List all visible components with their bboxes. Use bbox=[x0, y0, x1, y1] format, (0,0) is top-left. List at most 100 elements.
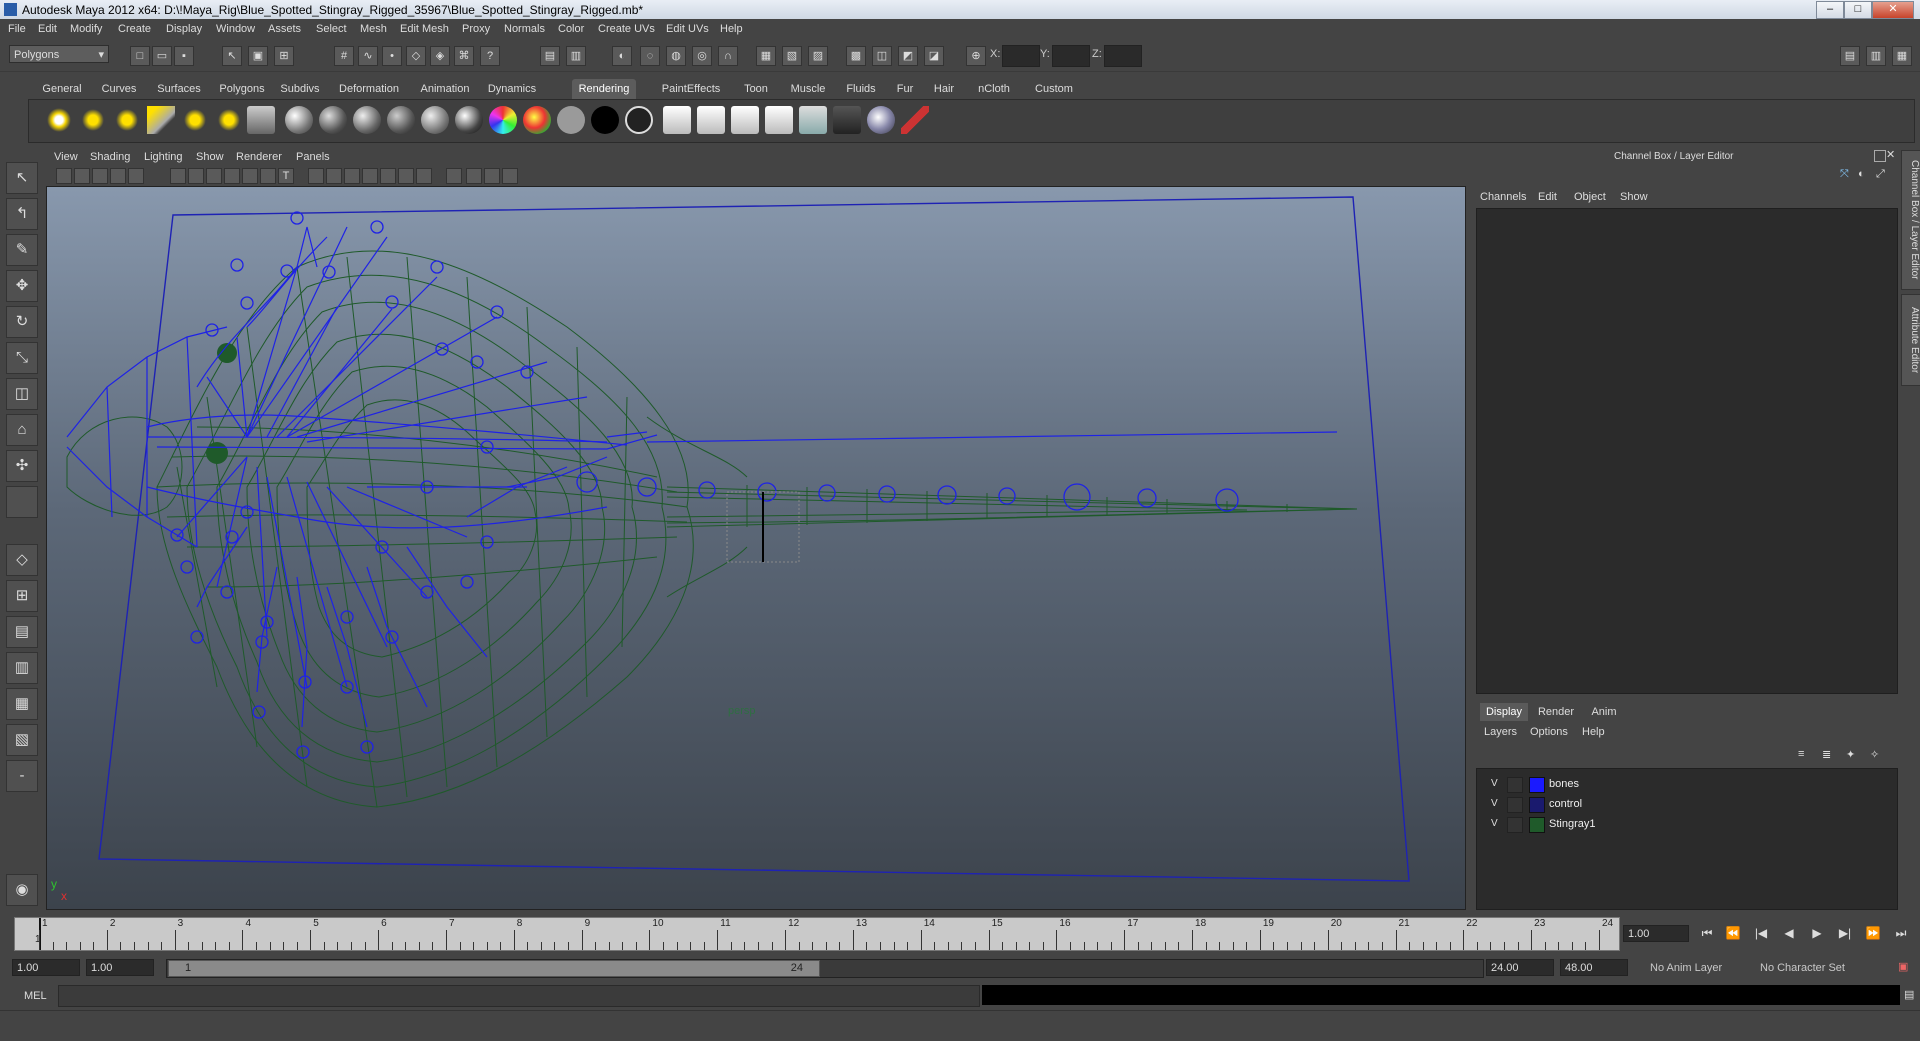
layer-type-toggle[interactable] bbox=[1507, 777, 1523, 793]
menu-color[interactable]: Color bbox=[558, 23, 584, 35]
move-tool-icon[interactable]: ✥ bbox=[6, 270, 38, 302]
uv-editor-icon[interactable] bbox=[765, 106, 793, 134]
menu-edit-uvs[interactable]: Edit UVs bbox=[666, 23, 709, 35]
render-frame-icon[interactable]: ▤ bbox=[540, 46, 560, 66]
side-tab-attribute-editor[interactable]: Attribute Editor bbox=[1901, 294, 1920, 386]
make-live-icon[interactable]: ◈ bbox=[430, 46, 450, 66]
film-gate-icon[interactable] bbox=[188, 168, 204, 184]
shelf-tab-surfaces[interactable]: Surfaces bbox=[150, 79, 208, 99]
menu-mesh[interactable]: Mesh bbox=[360, 23, 387, 35]
layer-type-toggle[interactable] bbox=[1507, 817, 1523, 833]
vp-menu-panels[interactable]: Panels bbox=[296, 151, 330, 163]
snap-curve-icon[interactable]: ∿ bbox=[358, 46, 378, 66]
playback-end-field[interactable]: 24.00 bbox=[1486, 959, 1554, 976]
ipr-icon[interactable] bbox=[833, 106, 861, 134]
area-light-icon[interactable] bbox=[181, 106, 209, 134]
field-chart-icon[interactable] bbox=[242, 168, 258, 184]
channel-speed-icon[interactable]: ◐ bbox=[1858, 168, 1865, 180]
persp-graph-layout-icon[interactable]: ▥ bbox=[6, 652, 38, 684]
step-back-frame-icon[interactable]: ⏪ bbox=[1722, 924, 1744, 942]
shelf-tab-fur[interactable]: Fur bbox=[890, 79, 920, 99]
y-field[interactable] bbox=[1052, 45, 1090, 67]
layout-options-icon[interactable]: - bbox=[6, 760, 38, 792]
shelf-tab-subdivs[interactable]: Subdivs bbox=[276, 79, 324, 99]
end-time-field[interactable]: 48.00 bbox=[1560, 959, 1628, 976]
menu-edit[interactable]: Edit bbox=[38, 23, 57, 35]
image-plane-icon[interactable] bbox=[92, 168, 108, 184]
snap-point-icon[interactable]: • bbox=[382, 46, 402, 66]
new-scene-icon[interactable]: □ bbox=[130, 46, 150, 66]
menu-edit-mesh[interactable]: Edit Mesh bbox=[400, 23, 449, 35]
custom-layout-icon[interactable]: ▧ bbox=[6, 724, 38, 756]
layer-color-swatch[interactable] bbox=[1529, 777, 1545, 793]
panel-layout-icon[interactable]: ▦ bbox=[756, 46, 776, 66]
lasso-icon[interactable]: ◌ bbox=[640, 46, 660, 66]
shelf-tab-toon[interactable]: Toon bbox=[736, 79, 776, 99]
texture-editor-icon[interactable] bbox=[731, 106, 759, 134]
time-slider[interactable]: 1 1 2 3 4 5 6 7 8 9 10 11 12 13 14 15 16 17 18 19 20 21 22 23 2… bbox=[14, 917, 1620, 951]
resolution-gate-icon[interactable] bbox=[206, 168, 222, 184]
directional-light-icon[interactable] bbox=[79, 106, 107, 134]
snap-plane-icon[interactable]: ◇ bbox=[406, 46, 426, 66]
spot-light-icon[interactable] bbox=[147, 106, 175, 134]
go-to-end-icon[interactable]: ⏭ bbox=[1890, 924, 1912, 942]
magnet-icon[interactable]: ∩ bbox=[718, 46, 738, 66]
shelf-tab-painteffects[interactable]: PaintEffects bbox=[652, 79, 730, 99]
shelf-tab-rendering[interactable]: Rendering bbox=[572, 79, 636, 99]
persp-hypershade-layout-icon[interactable]: ▦ bbox=[6, 688, 38, 720]
select-hierarchy-icon[interactable]: ↖ bbox=[222, 46, 242, 66]
float-panel-icon[interactable] bbox=[1874, 150, 1886, 162]
cb-menu-channels[interactable]: Channels bbox=[1480, 191, 1526, 203]
snap-grid-icon[interactable]: # bbox=[334, 46, 354, 66]
four-view-layout-icon[interactable]: ⊞ bbox=[6, 580, 38, 612]
single-perspective-layout-icon[interactable]: ◇ bbox=[6, 544, 38, 576]
shelf-tab-fluids[interactable]: Fluids bbox=[838, 79, 884, 99]
scale-tool-icon[interactable]: ⤡ bbox=[6, 342, 38, 374]
textured-icon[interactable] bbox=[362, 168, 378, 184]
safe-title-icon[interactable]: T bbox=[278, 168, 294, 184]
le-menu-options[interactable]: Options bbox=[1530, 726, 1568, 738]
menu-proxy[interactable]: Proxy bbox=[462, 23, 490, 35]
volume-light-icon[interactable] bbox=[215, 106, 243, 134]
menu-select[interactable]: Select bbox=[316, 23, 347, 35]
shelf-tab-curves[interactable]: Curves bbox=[94, 79, 144, 99]
shelf-tab-dynamics[interactable]: Dynamics bbox=[482, 79, 542, 99]
hypershade-icon[interactable]: ◫ bbox=[872, 46, 892, 66]
toggle-attr-editor-icon[interactable]: ▥ bbox=[1866, 46, 1886, 66]
safe-action-icon[interactable] bbox=[260, 168, 276, 184]
shadows-icon[interactable] bbox=[398, 168, 414, 184]
playback-start-field[interactable]: 1.00 bbox=[86, 959, 154, 976]
auto-key-icon[interactable]: ▣ bbox=[1898, 960, 1908, 973]
xray-icon[interactable] bbox=[466, 168, 482, 184]
layered-shader-icon[interactable] bbox=[455, 106, 483, 134]
move-layer-down-icon[interactable]: ≣ bbox=[1822, 748, 1831, 761]
graph-editor-icon[interactable]: ▨ bbox=[808, 46, 828, 66]
paint-brush-icon[interactable] bbox=[901, 106, 929, 134]
layer-row[interactable]: V Stingray1 bbox=[1477, 815, 1897, 833]
close-button[interactable]: ✕ bbox=[1872, 1, 1914, 19]
ambient-light-icon[interactable] bbox=[45, 106, 73, 134]
menu-assets[interactable]: Assets bbox=[268, 23, 301, 35]
layer-visibility-toggle[interactable]: V bbox=[1491, 798, 1498, 809]
layer-tab-anim[interactable]: Anim bbox=[1584, 703, 1624, 721]
vp-menu-shading[interactable]: Shading bbox=[90, 151, 130, 163]
z-field[interactable] bbox=[1104, 45, 1142, 67]
soft-mod-tool-icon[interactable]: ⌂ bbox=[6, 414, 38, 446]
camera-bookmark-icon[interactable] bbox=[74, 168, 90, 184]
layer-visibility-toggle[interactable]: V bbox=[1491, 778, 1498, 789]
menu-window[interactable]: Window bbox=[216, 23, 255, 35]
grease-pencil-icon[interactable] bbox=[128, 168, 144, 184]
save-scene-icon[interactable]: ▪ bbox=[174, 46, 194, 66]
phonge-sphere-icon[interactable] bbox=[387, 106, 415, 134]
surface-shader-icon[interactable] bbox=[557, 106, 585, 134]
smooth-shade-icon[interactable] bbox=[326, 168, 342, 184]
light-linking-icon[interactable] bbox=[247, 106, 275, 134]
hotbox-icon[interactable]: ◉ bbox=[6, 874, 38, 906]
anisotropic-sphere-icon[interactable] bbox=[421, 106, 449, 134]
select-component-icon[interactable]: ⊞ bbox=[274, 46, 294, 66]
script-editor-icon[interactable]: ▤ bbox=[1904, 988, 1914, 1001]
le-menu-layers[interactable]: Layers bbox=[1484, 726, 1517, 738]
vp-menu-show[interactable]: Show bbox=[196, 151, 224, 163]
menu-create-uvs[interactable]: Create UVs bbox=[598, 23, 655, 35]
isolate-select-icon[interactable] bbox=[446, 168, 462, 184]
